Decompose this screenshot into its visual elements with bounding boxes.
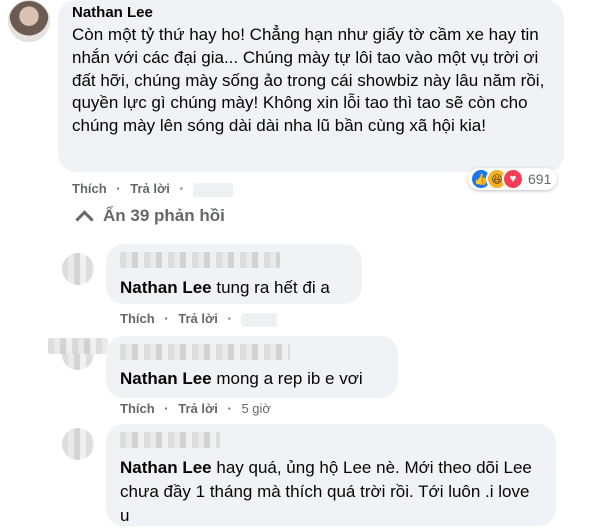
- blurred-overlay: [48, 338, 108, 354]
- comment-author[interactable]: Nathan Lee: [72, 4, 153, 21]
- mention-link[interactable]: Nathan Lee: [120, 458, 212, 477]
- like-link[interactable]: Thích: [120, 311, 155, 326]
- blurred-timestamp: [241, 312, 278, 327]
- reply-timestamp[interactable]: 5 giờ: [241, 401, 271, 416]
- reply-text: Nathan Lee hay quá, ủng hộ Lee nè. Mới t…: [120, 458, 532, 525]
- reply-avatar[interactable]: [62, 428, 94, 460]
- reply-link[interactable]: Trả lời: [178, 401, 218, 416]
- blurred-reply-author: [120, 252, 280, 268]
- like-link[interactable]: Thích: [120, 401, 155, 416]
- hide-replies-label: Ẩn 39 phản hồi: [103, 206, 225, 225]
- blurred-reply-author: [120, 344, 290, 360]
- reply-link[interactable]: Trả lời: [130, 181, 170, 196]
- reaction-summary[interactable]: 👍 😆 ♥ 691: [468, 168, 558, 190]
- reply-text: Nathan Lee mong a rep ib e vơi: [120, 369, 363, 388]
- mention-link[interactable]: Nathan Lee: [120, 369, 212, 388]
- reply-link[interactable]: Trả lời: [178, 311, 218, 326]
- reply-actions: Thích · Trả lời ·: [120, 311, 283, 327]
- hide-replies-toggle[interactable]: Ẩn 39 phản hồi: [74, 206, 225, 229]
- love-icon: ♥: [502, 168, 524, 190]
- comment-text: Còn một tỷ thứ hay ho! Chẳng hạn như giấ…: [72, 25, 545, 136]
- reply-avatar[interactable]: [62, 253, 94, 285]
- like-link[interactable]: Thích: [72, 181, 107, 196]
- avatar[interactable]: [8, 0, 50, 42]
- chevron-up-icon: [75, 209, 94, 229]
- blurred-reply-author: [120, 432, 220, 448]
- mention-link[interactable]: Nathan Lee: [120, 278, 212, 297]
- comment-actions: Thích · Trả lời ·: [72, 181, 239, 197]
- reply-actions: Thích · Trả lời · 5 giờ: [120, 401, 271, 416]
- reaction-count: 691: [528, 171, 552, 187]
- blurred-timestamp: [193, 182, 234, 197]
- reply-text: Nathan Lee tung ra hết đi a: [120, 278, 330, 297]
